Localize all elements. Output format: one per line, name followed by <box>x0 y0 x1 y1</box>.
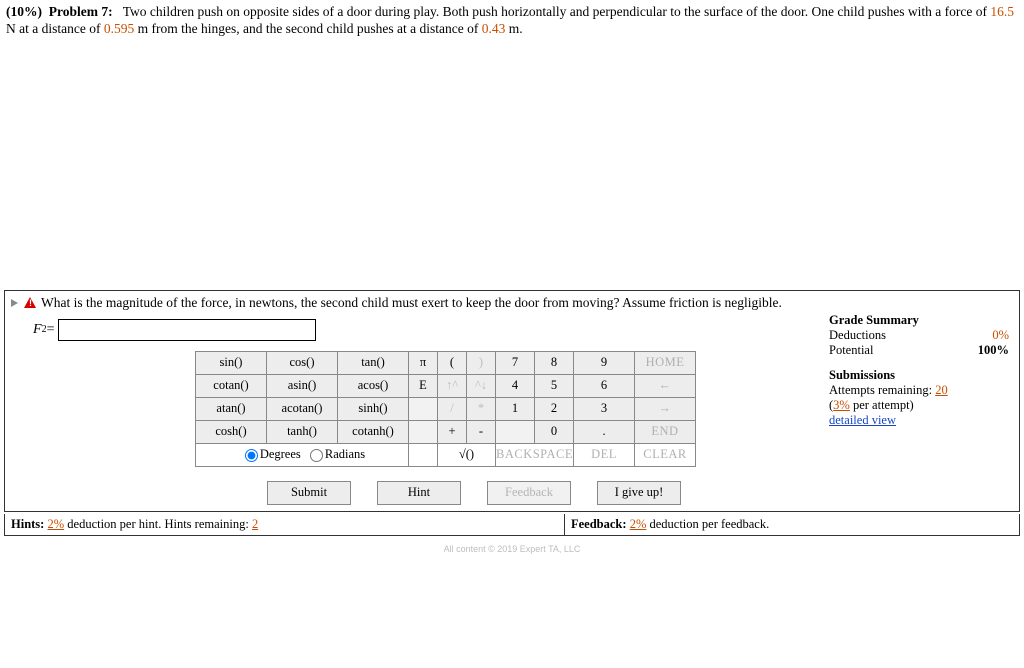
problem-image-area <box>0 40 1024 290</box>
key-cosh[interactable]: cosh() <box>196 420 267 443</box>
grade-summary: Grade Summary Deductions 0% Potential 10… <box>829 313 1019 428</box>
radians-radio[interactable] <box>310 449 323 462</box>
giveup-button[interactable]: I give up! <box>597 481 681 505</box>
hints-feedback-row: Hints: 2% deduction per hint. Hints rema… <box>4 514 1020 536</box>
feedback-label: Feedback: <box>571 517 627 531</box>
key-e[interactable]: E <box>409 374 438 397</box>
degrees-label: Degrees <box>260 447 301 461</box>
key-blank3 <box>496 420 535 443</box>
problem-force: 16.5 <box>990 4 1014 19</box>
answer-row: F2 = <box>5 313 829 347</box>
key-lparen[interactable]: ( <box>438 351 467 374</box>
per-attempt-label: per attempt) <box>850 398 914 412</box>
grade-summary-title: Grade Summary <box>829 313 1009 328</box>
question-row: What is the magnitude of the force, in n… <box>5 291 1019 313</box>
key-7[interactable]: 7 <box>496 351 535 374</box>
key-sqrt[interactable]: √() <box>438 443 496 466</box>
problem-text-4: m. <box>505 21 522 36</box>
hints-value: 2% <box>47 517 64 531</box>
problem-text-3: m from the hinges, and the second child … <box>134 21 482 36</box>
key-blank2 <box>409 420 438 443</box>
submit-button[interactable]: Submit <box>267 481 351 505</box>
attempts-value: 20 <box>935 383 948 397</box>
key-asin[interactable]: asin() <box>267 374 338 397</box>
feedback-tail: deduction per feedback. <box>646 517 769 531</box>
expand-icon[interactable] <box>11 299 18 307</box>
key-right[interactable]: → <box>635 397 696 420</box>
answer-eq: = <box>47 322 55 338</box>
key-2[interactable]: 2 <box>535 397 574 420</box>
problem-dist1: 0.595 <box>104 21 134 36</box>
key-tan[interactable]: tan() <box>338 351 409 374</box>
answer-input[interactable] <box>58 319 316 341</box>
submissions-title: Submissions <box>829 368 1009 383</box>
key-left[interactable]: ← <box>635 374 696 397</box>
key-plus[interactable]: + <box>438 420 467 443</box>
key-0[interactable]: 0 <box>535 420 574 443</box>
problem-statement: (10%) Problem 7: Two children push on op… <box>0 0 1024 40</box>
key-tanh[interactable]: tanh() <box>267 420 338 443</box>
question-block: What is the magnitude of the force, in n… <box>4 290 1020 512</box>
question-text: What is the magnitude of the force, in n… <box>41 295 782 311</box>
key-6[interactable]: 6 <box>574 374 635 397</box>
key-backspace[interactable]: BACKSPACE <box>496 443 574 466</box>
key-blank1 <box>409 397 438 420</box>
hints-cell: Hints: 2% deduction per hint. Hints rema… <box>5 514 565 535</box>
problem-text-2: N at a distance of <box>6 21 104 36</box>
key-pi[interactable]: π <box>409 351 438 374</box>
problem-label: Problem 7: <box>45 4 112 19</box>
hints-label: Hints: <box>11 517 44 531</box>
key-atan[interactable]: atan() <box>196 397 267 420</box>
per-attempt-value: 3% <box>833 398 850 412</box>
feedback-cell: Feedback: 2% deduction per feedback. <box>565 514 1019 535</box>
key-home[interactable]: HOME <box>635 351 696 374</box>
key-cotan[interactable]: cotan() <box>196 374 267 397</box>
key-sub[interactable]: ^↓ <box>467 374 496 397</box>
mode-row: Degrees Radians <box>196 443 409 466</box>
hint-button[interactable]: Hint <box>377 481 461 505</box>
key-sinh[interactable]: sinh() <box>338 397 409 420</box>
action-row: Submit Hint Feedback I give up! <box>195 481 829 505</box>
keypad: sin() cos() tan() π ( ) 7 8 9 HOME cotan… <box>5 347 829 511</box>
key-cos[interactable]: cos() <box>267 351 338 374</box>
hints-remaining: 2 <box>252 517 258 531</box>
hints-tail: deduction per hint. Hints remaining: <box>64 517 252 531</box>
deductions-value: 0% <box>992 328 1009 343</box>
key-8[interactable]: 8 <box>535 351 574 374</box>
problem-dist2: 0.43 <box>482 21 506 36</box>
key-minus[interactable]: - <box>467 420 496 443</box>
key-del[interactable]: DEL <box>574 443 635 466</box>
key-3[interactable]: 3 <box>574 397 635 420</box>
key-rparen[interactable]: ) <box>467 351 496 374</box>
problem-text-1: Two children push on opposite sides of a… <box>123 4 991 19</box>
answer-var: F <box>33 322 42 338</box>
potential-value: 100% <box>978 343 1009 358</box>
key-sin[interactable]: sin() <box>196 351 267 374</box>
key-end[interactable]: END <box>635 420 696 443</box>
key-9[interactable]: 9 <box>574 351 635 374</box>
deductions-label: Deductions <box>829 328 886 343</box>
potential-label: Potential <box>829 343 873 358</box>
detailed-view-link[interactable]: detailed view <box>829 413 1009 428</box>
footer: All content © 2019 Expert TA, LLC <box>0 536 1024 556</box>
key-1[interactable]: 1 <box>496 397 535 420</box>
attempts-label: Attempts remaining: <box>829 383 935 397</box>
key-dot[interactable]: . <box>574 420 635 443</box>
key-acotan[interactable]: acotan() <box>267 397 338 420</box>
feedback-button[interactable]: Feedback <box>487 481 571 505</box>
key-div[interactable]: / <box>438 397 467 420</box>
radians-label: Radians <box>325 447 365 461</box>
key-clear[interactable]: CLEAR <box>635 443 696 466</box>
key-acos[interactable]: acos() <box>338 374 409 397</box>
key-mul[interactable]: * <box>467 397 496 420</box>
warning-icon <box>24 297 37 308</box>
feedback-value: 2% <box>630 517 647 531</box>
key-5[interactable]: 5 <box>535 374 574 397</box>
problem-weight: (10%) <box>6 4 42 19</box>
key-sup[interactable]: ↑^ <box>438 374 467 397</box>
key-4[interactable]: 4 <box>496 374 535 397</box>
key-cotanh[interactable]: cotanh() <box>338 420 409 443</box>
degrees-radio[interactable] <box>245 449 258 462</box>
